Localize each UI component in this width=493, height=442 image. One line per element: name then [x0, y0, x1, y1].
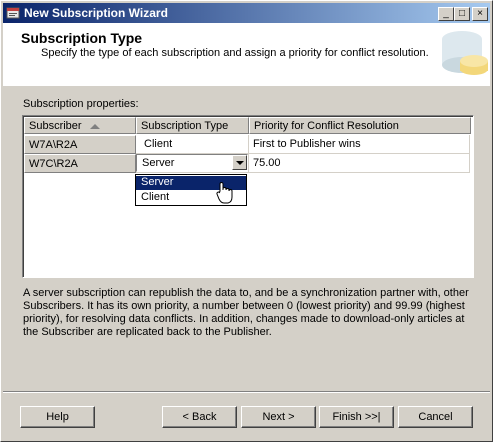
maximize-icon: □ — [458, 8, 466, 19]
page-subtitle: Specify the type of each subscription an… — [41, 47, 429, 59]
subscriber-cell: W7A\R2A — [24, 135, 136, 154]
minimize-button[interactable]: _ — [438, 7, 454, 21]
button-separator — [3, 391, 490, 392]
back-button-label: < Back — [182, 411, 217, 423]
finish-button[interactable]: Finish >>| — [319, 406, 394, 428]
subscription-properties-grid[interactable]: Subscriber Subscription Type Priority fo… — [22, 115, 474, 278]
column-header-label: Subscriber — [29, 120, 82, 132]
next-button[interactable]: Next > — [241, 406, 316, 428]
priority-cell[interactable]: 75.00 — [249, 154, 470, 173]
finish-button-label: Finish >>| — [332, 411, 381, 423]
column-header-subscriber[interactable]: Subscriber — [24, 117, 136, 134]
help-button[interactable]: Help — [20, 406, 95, 428]
cancel-button-label: Cancel — [418, 411, 453, 423]
wizard-window: New Subscription Wizard _ □ × Subscripti… — [0, 0, 493, 442]
window-title: New Subscription Wizard — [24, 6, 168, 20]
cancel-button[interactable]: Cancel — [398, 406, 473, 428]
subscription-type-cell[interactable]: Client — [136, 135, 249, 154]
column-header-label: Priority for Conflict Resolution — [254, 120, 399, 132]
column-header-priority[interactable]: Priority for Conflict Resolution — [249, 117, 471, 134]
subscriber-cell: W7C\R2A — [24, 154, 136, 173]
chevron-down-icon[interactable] — [232, 155, 247, 170]
maximize-button[interactable]: □ — [454, 7, 470, 21]
next-button-label: Next > — [262, 411, 295, 423]
subscription-type-combobox[interactable]: Server — [136, 154, 248, 172]
app-icon — [6, 7, 20, 19]
subscription-properties-label: Subscription properties: — [23, 98, 139, 110]
close-icon: × — [477, 8, 483, 19]
database-graphic-icon — [442, 31, 488, 75]
title-bar[interactable]: New Subscription Wizard _ □ × — [3, 3, 490, 23]
back-button[interactable]: < Back — [162, 406, 237, 428]
minimize-icon: _ — [443, 8, 449, 19]
subscription-description: A server subscription can republish the … — [23, 287, 469, 338]
column-header-label: Subscription Type — [141, 120, 229, 132]
hand-pointer-cursor-icon — [216, 182, 233, 204]
priority-cell[interactable]: First to Publisher wins — [249, 135, 470, 154]
table-row[interactable]: W7A\R2A Client First to Publisher wins — [24, 135, 470, 154]
page-title: Subscription Type — [21, 30, 143, 46]
header-divider — [3, 85, 490, 86]
sort-ascending-icon — [89, 123, 100, 129]
wizard-header: Subscription Type Specify the type of ea… — [3, 23, 490, 86]
close-button[interactable]: × — [472, 7, 488, 21]
combobox-value: Server — [142, 157, 175, 169]
help-button-label: Help — [46, 411, 69, 423]
column-header-subscription-type[interactable]: Subscription Type — [136, 117, 249, 134]
